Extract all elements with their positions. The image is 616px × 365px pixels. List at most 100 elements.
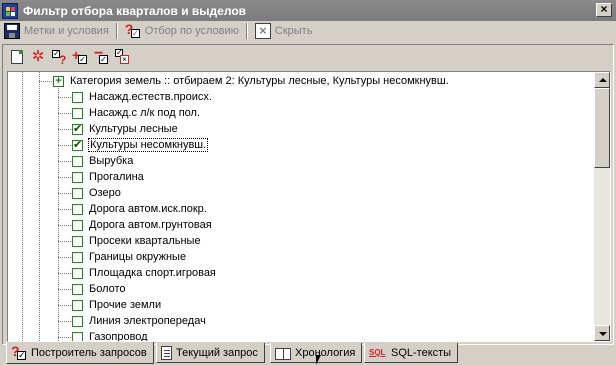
- checkbox-icon[interactable]: [72, 219, 83, 231]
- tree-item[interactable]: Озеро: [72, 185, 121, 201]
- sql-icon: SQL: [369, 347, 386, 357]
- tree-guide-line: [58, 225, 71, 226]
- checked-checkbox-icon[interactable]: ✔: [72, 139, 83, 151]
- tree-guide-line: [58, 273, 71, 274]
- tree-guide-line: [58, 289, 71, 290]
- tree-guide-line: [58, 97, 71, 98]
- hide-button[interactable]: × Скрыть: [251, 22, 317, 40]
- conditions-tree[interactable]: + Категория земель :: отбираем 2: Культу…: [7, 71, 611, 342]
- save-icon: [4, 23, 20, 39]
- checkbox-icon[interactable]: [72, 299, 83, 311]
- tree-item[interactable]: Насажд.с л/к под пол.: [72, 105, 200, 121]
- query-builder-panel: ✲ ✓? + ✓ − ✓ ✓ × + Категория земель :: отби…: [2, 44, 614, 345]
- mouse-cursor: [316, 355, 321, 365]
- scroll-down-button[interactable]: [594, 325, 610, 341]
- checkbox-icon[interactable]: [72, 251, 83, 263]
- tree-item[interactable]: ✔ Культуры несомкнувш.: [72, 137, 209, 153]
- toolbar-separator: [245, 23, 248, 39]
- new-document-icon[interactable]: [9, 49, 25, 65]
- tree-guide-line: [39, 72, 40, 341]
- checkbox-icon[interactable]: [72, 315, 83, 327]
- tree-item[interactable]: Дорога автом.грунтовая: [72, 217, 212, 233]
- tree-item-label: Насажд.с л/к под пол.: [89, 107, 201, 119]
- scroll-thumb[interactable]: [594, 88, 610, 168]
- tree-item[interactable]: Вырубка: [72, 153, 133, 169]
- book-icon: [275, 347, 291, 360]
- tree-guide-line: [58, 129, 71, 130]
- tree-item[interactable]: Границы окружные: [72, 249, 186, 265]
- remove-check-icon[interactable]: − ✓: [93, 45, 109, 65]
- tree-guide-line: [58, 337, 71, 338]
- tree-guide-line: [58, 113, 71, 114]
- checkbox-icon[interactable]: [72, 171, 83, 183]
- query-check-icon: ? ✓: [124, 21, 140, 38]
- tree-item[interactable]: ✔ Культуры лесные: [72, 121, 178, 137]
- tree-item[interactable]: Дорога автом.иск.покр.: [72, 201, 207, 217]
- tree-item-label: Линия электропередач: [89, 315, 206, 327]
- tab-current-query-label: Текущий запрос: [176, 346, 258, 359]
- filter-window: Фильтр отбора кварталов и выделов × Метк…: [0, 0, 616, 365]
- app-icon: [2, 2, 18, 19]
- clear-star-icon[interactable]: ✲: [30, 49, 46, 65]
- bottom-tabs: ? ✓ Построитель запросов Текущий запрос Х…: [0, 342, 616, 365]
- tree-item[interactable]: Прочие земли: [72, 297, 161, 313]
- tree-item-label: Культуры лесные: [89, 123, 178, 135]
- main-toolbar: Метки и условия ? ✓ Отбор по условию × Ск…: [0, 21, 616, 41]
- tree-item-label: Просеки квартальные: [89, 235, 201, 247]
- tree-item-label: Озеро: [89, 187, 121, 199]
- add-check-icon[interactable]: + ✓: [72, 47, 88, 65]
- tree-guide-line: [58, 177, 71, 178]
- checkbox-icon[interactable]: [72, 155, 83, 167]
- tab-query-builder-label: Построитель запросов: [31, 346, 147, 359]
- tree-item-label: Болото: [89, 283, 126, 295]
- checkbox-icon[interactable]: [72, 187, 83, 199]
- close-button[interactable]: ×: [596, 3, 612, 17]
- tab-current-query[interactable]: Текущий запрос: [156, 343, 265, 363]
- expand-icon[interactable]: +: [53, 75, 64, 87]
- tree-guide-line: [58, 161, 71, 162]
- checkbox-icon[interactable]: [72, 203, 83, 215]
- tree-item-label: Дорога автом.иск.покр.: [89, 203, 207, 215]
- tree-item[interactable]: Насажд.естеств.происх.: [72, 89, 212, 105]
- tab-query-builder[interactable]: ? ✓ Построитель запросов: [6, 342, 154, 364]
- tree-item[interactable]: Прогалина: [72, 169, 144, 185]
- vertical-scrollbar[interactable]: [594, 72, 610, 341]
- tree-guide-line: [58, 193, 71, 194]
- tree-root-label: Категория земель :: отбираем 2: Культуры…: [70, 75, 449, 87]
- checkbox-icon[interactable]: [72, 283, 83, 295]
- select-by-condition-button[interactable]: ? ✓ Отбор по условию: [121, 21, 243, 40]
- checkbox-icon[interactable]: [72, 331, 83, 341]
- window-title: Фильтр отбора кварталов и выделов: [23, 3, 247, 18]
- tree-guide-line: [58, 321, 71, 322]
- labels-and-conditions-label: Метки и условия: [24, 25, 109, 37]
- scroll-up-button[interactable]: [594, 72, 610, 88]
- checkbox-icon[interactable]: [72, 267, 83, 279]
- tree-toolbar: ✲ ✓? + ✓ − ✓ ✓ ×: [3, 45, 613, 69]
- checkbox-icon[interactable]: [72, 235, 83, 247]
- tree-item[interactable]: Болото: [72, 281, 126, 297]
- checked-checkbox-icon[interactable]: ✔: [72, 123, 83, 135]
- checkbox-icon[interactable]: [72, 91, 83, 103]
- tree-item-label: Прогалина: [89, 171, 144, 183]
- close-x-icon: ×: [254, 23, 271, 39]
- tree-guide-line: [22, 72, 23, 341]
- tree-item[interactable]: Просеки квартальные: [72, 233, 201, 249]
- tree-item-label: Площадка спорт.игровая: [89, 267, 216, 279]
- labels-and-conditions-button[interactable]: Метки и условия: [0, 22, 113, 40]
- tree-item[interactable]: Газопровод: [72, 329, 148, 341]
- tree-guide-line: [58, 81, 59, 341]
- tab-sql-texts-label: SQL-тексты: [391, 346, 452, 359]
- tree-item-label: Границы окружные: [89, 251, 187, 263]
- check-query-icon[interactable]: ✓?: [51, 49, 67, 67]
- document-icon: [161, 346, 172, 360]
- title-bar[interactable]: Фильтр отбора кварталов и выделов ×: [0, 0, 616, 21]
- tree-item[interactable]: Линия электропередач: [72, 313, 206, 329]
- check-list-icon[interactable]: ✓ ×: [114, 49, 130, 65]
- tree-item[interactable]: Площадка спорт.игровая: [72, 265, 216, 281]
- tree-guide-line: [58, 145, 71, 146]
- tab-sql-texts[interactable]: SQL SQL-тексты: [364, 343, 459, 363]
- tree-item-label: Прочие земли: [89, 299, 162, 311]
- tree-root-category[interactable]: + Категория земель :: отбираем 2: Культу…: [53, 73, 449, 89]
- tree-guide-line: [58, 305, 71, 306]
- checkbox-icon[interactable]: [72, 107, 83, 119]
